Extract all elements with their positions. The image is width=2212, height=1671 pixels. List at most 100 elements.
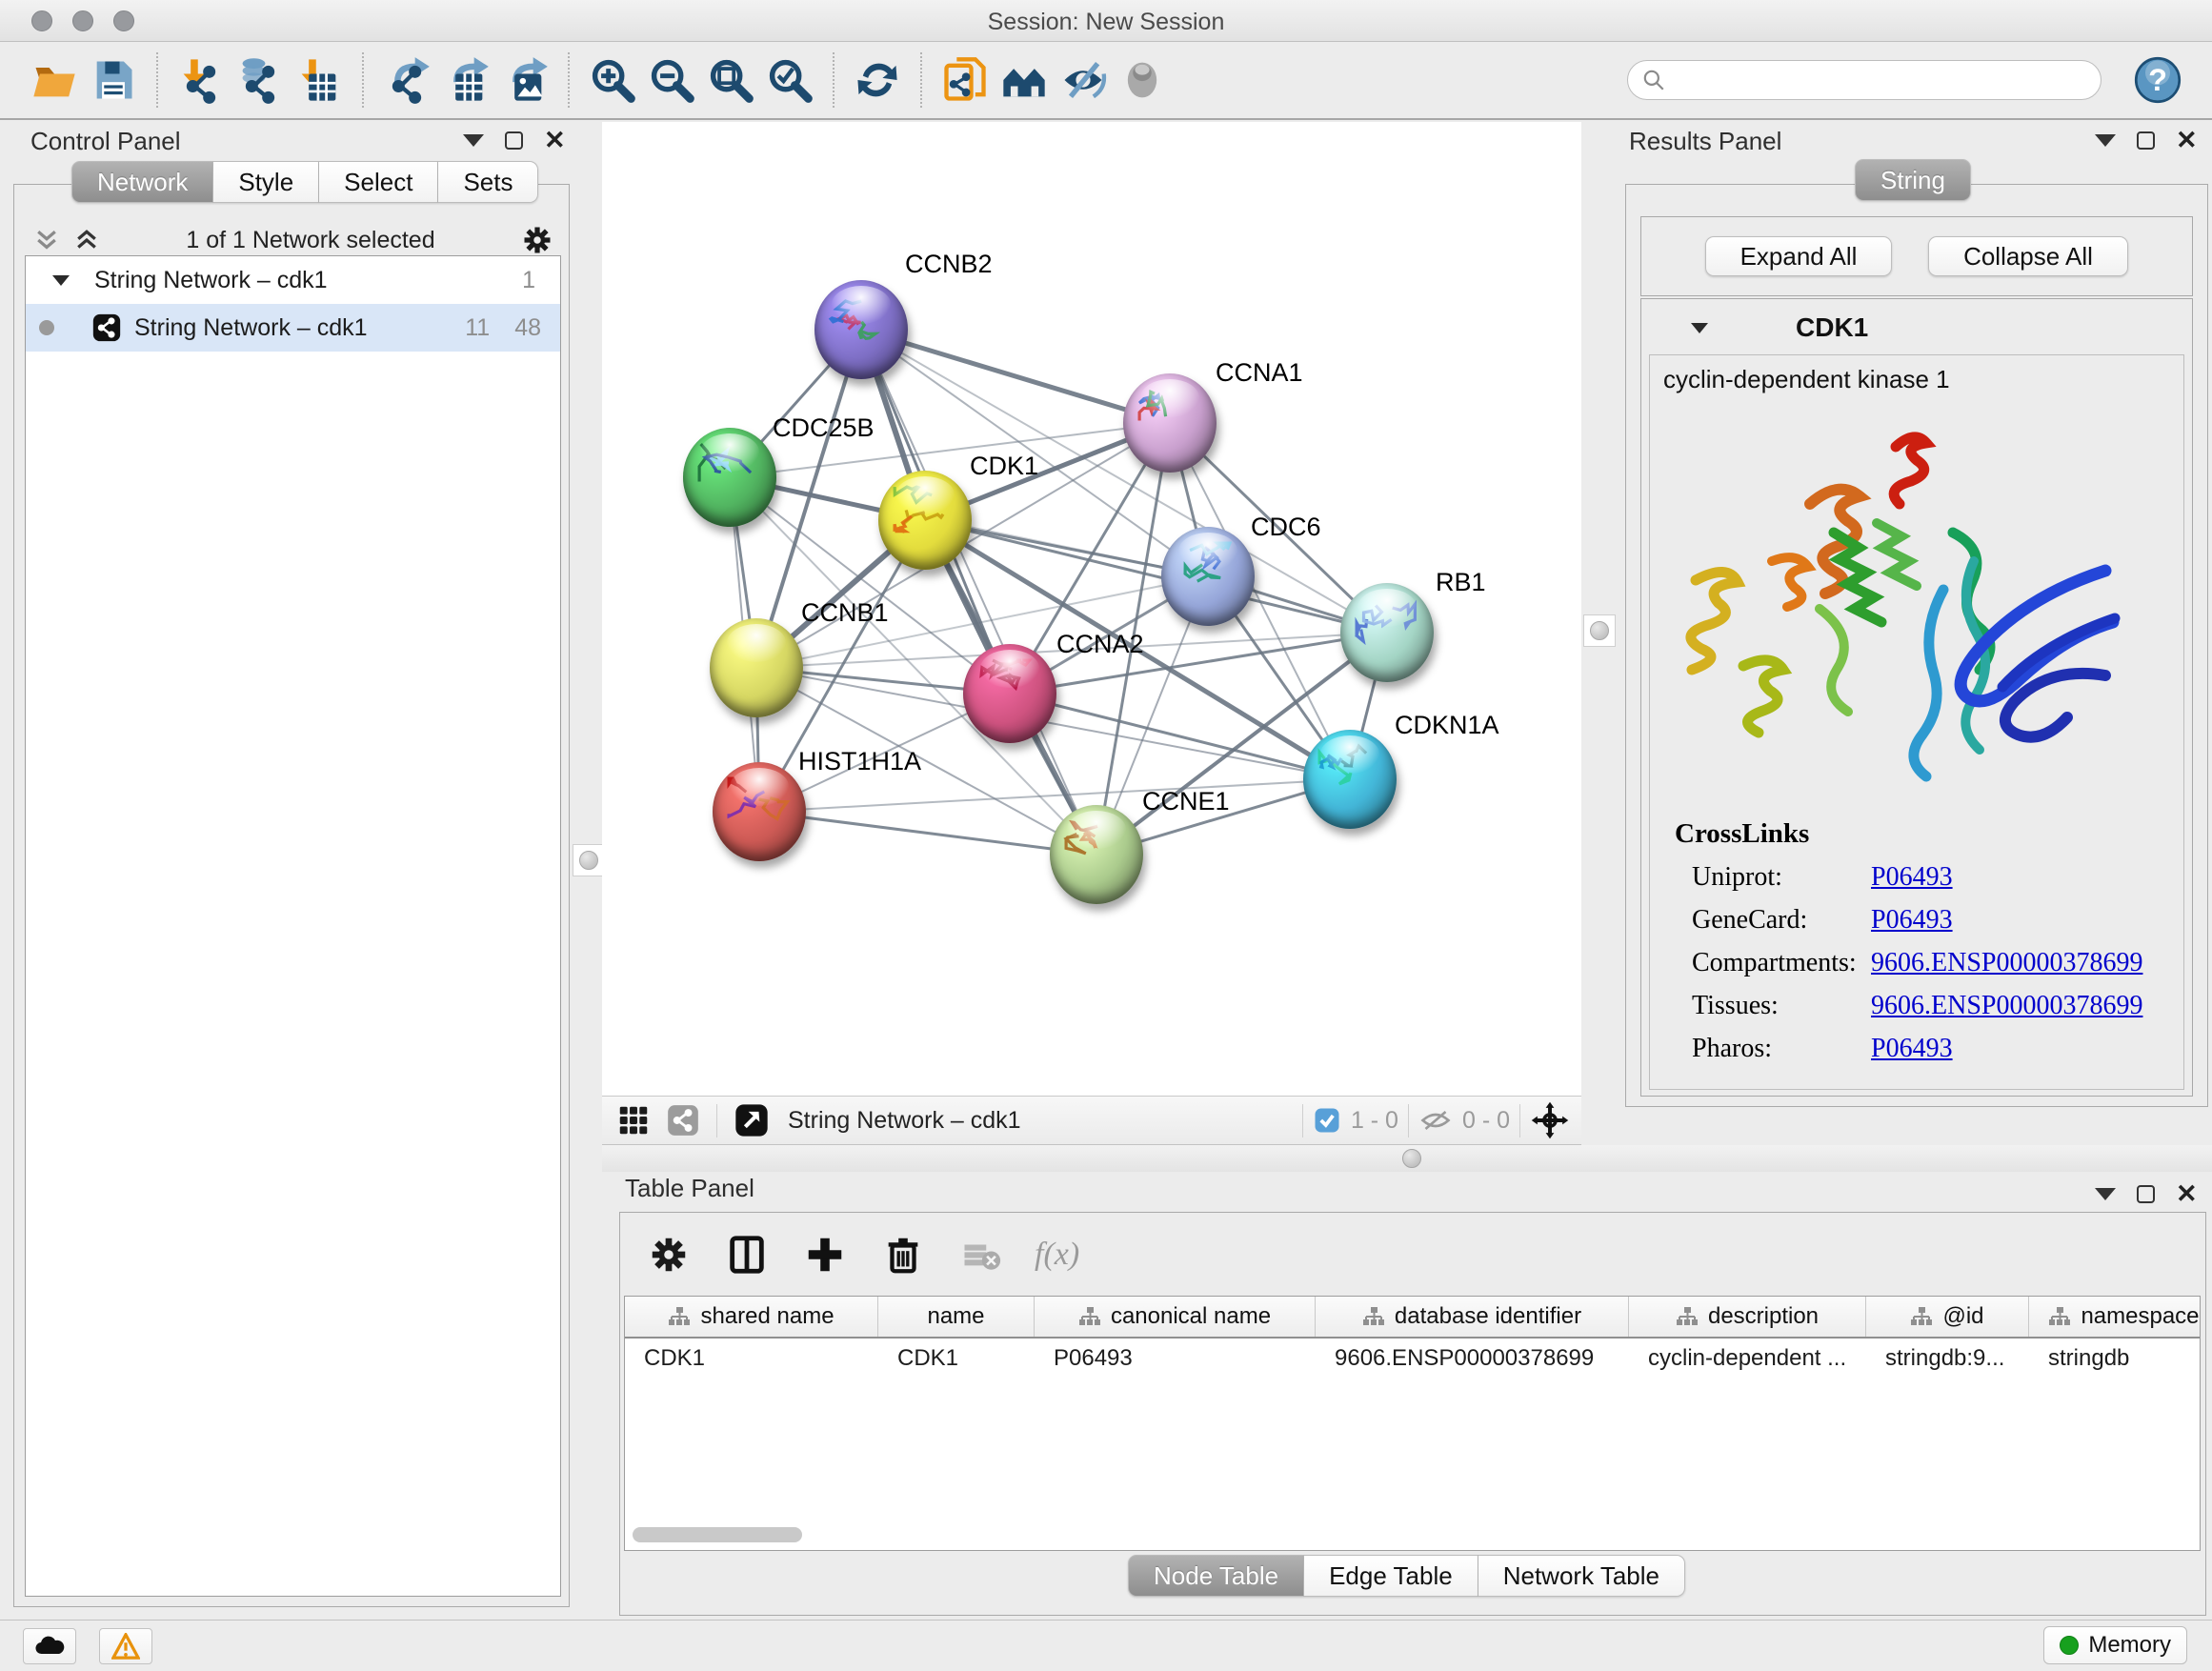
tab-sets[interactable]: Sets: [438, 161, 538, 203]
column-header-shared-name[interactable]: shared name: [625, 1297, 878, 1337]
float-panel-icon[interactable]: [505, 131, 523, 150]
search-box[interactable]: [1627, 60, 2101, 100]
left-splitter-handle[interactable]: [573, 844, 605, 876]
table-settings-gear-icon[interactable]: [644, 1230, 694, 1279]
crosslink-link[interactable]: P06493: [1871, 905, 1953, 936]
import-table-button[interactable]: [290, 50, 349, 110]
network-node-cdc6[interactable]: [1161, 527, 1255, 626]
help-button[interactable]: ?: [2128, 50, 2187, 110]
horizontal-splitter[interactable]: [602, 1145, 2212, 1172]
import-network-button[interactable]: [171, 50, 231, 110]
network-node-ccnb1[interactable]: [710, 618, 803, 717]
close-panel-icon[interactable]: ✕: [2176, 1185, 2198, 1203]
open-session-icon: [30, 55, 79, 105]
network-node-cdkn1a[interactable]: [1303, 730, 1397, 829]
zoom-selected-button[interactable]: [760, 50, 819, 110]
network-view-canvas[interactable]: CCNB2CCNA1CDC25BCDK1CDC6RB1CCNB1CCNA2CDK…: [602, 122, 1581, 1096]
network-node-cdk1[interactable]: [878, 471, 972, 570]
search-input[interactable]: [1666, 67, 2087, 93]
collapse-panel-icon[interactable]: [463, 134, 484, 147]
import-database-button[interactable]: [231, 50, 290, 110]
clone-network-button[interactable]: [935, 50, 995, 110]
network-node-ccna1[interactable]: [1123, 373, 1217, 473]
delete-table-icon: [956, 1230, 1006, 1279]
crosslink-link[interactable]: 9606.ENSP00000378699: [1871, 948, 2142, 978]
memory-button[interactable]: Memory: [2043, 1626, 2187, 1664]
tab-network[interactable]: Network: [71, 161, 213, 203]
column-header-description[interactable]: description: [1629, 1297, 1866, 1337]
collapse-panel-icon[interactable]: [2095, 134, 2116, 147]
export-network-icon: [382, 55, 432, 105]
tree-expander-icon[interactable]: [52, 275, 70, 286]
table-row[interactable]: CDK1CDK1P064939606.ENSP00000378699cyclin…: [625, 1339, 2200, 1379]
tab-select[interactable]: Select: [319, 161, 438, 203]
protein-card-header[interactable]: CDK1: [1691, 312, 2192, 343]
crosslink-link[interactable]: P06493: [1871, 862, 1953, 893]
tab-network-table[interactable]: Network Table: [1478, 1555, 1685, 1597]
network-node-ccna2[interactable]: [963, 644, 1056, 743]
float-panel-icon[interactable]: [2137, 1185, 2155, 1203]
refresh-button[interactable]: [848, 50, 907, 110]
add-column-icon[interactable]: [800, 1230, 850, 1279]
protein-structure-image: [1658, 418, 2191, 799]
selected-nodes-checkbox-icon[interactable]: [1313, 1106, 1341, 1135]
tab-node-table[interactable]: Node Table: [1128, 1555, 1304, 1597]
network-options-gear-icon[interactable]: [520, 223, 554, 257]
string-home-button[interactable]: [995, 50, 1054, 110]
tab-string[interactable]: String: [1855, 159, 1971, 201]
warnings-button[interactable]: [99, 1628, 152, 1664]
expand-all-icon[interactable]: [72, 226, 101, 254]
crosslink-link[interactable]: P06493: [1871, 1034, 1953, 1064]
save-session-button[interactable]: [84, 50, 143, 110]
hide-selected-button[interactable]: [1054, 50, 1113, 110]
horizontal-splitter-handle[interactable]: [1402, 1149, 1421, 1168]
crosslink-label: GeneCard:: [1692, 905, 1871, 936]
hierarchy-icon: [1362, 1306, 1385, 1327]
network-overview-icon[interactable]: [665, 1102, 701, 1138]
column-header-name[interactable]: name: [878, 1297, 1035, 1337]
collapse-all-button[interactable]: Collapse All: [1928, 236, 2128, 276]
node-label-ccnb1: CCNB1: [801, 598, 889, 628]
delete-column-trash-icon[interactable]: [878, 1230, 928, 1279]
collapse-panel-icon[interactable]: [2095, 1188, 2116, 1200]
network-tree-row[interactable]: String Network – cdk11148: [26, 304, 560, 352]
birds-eye-view-icon[interactable]: [615, 1102, 652, 1138]
open-session-button[interactable]: [25, 50, 84, 110]
zoom-fit-button[interactable]: [701, 50, 760, 110]
close-panel-icon[interactable]: ✕: [544, 131, 566, 150]
show-columns-icon[interactable]: [722, 1230, 772, 1279]
table-horizontal-scrollbar[interactable]: [633, 1527, 802, 1542]
disclosure-triangle-icon[interactable]: [1691, 323, 1708, 333]
collapse-all-icon[interactable]: [32, 226, 61, 254]
export-image-button[interactable]: [495, 50, 554, 110]
close-panel-icon[interactable]: ✕: [2176, 131, 2198, 150]
column-header--id[interactable]: @id: [1866, 1297, 2029, 1337]
pan-move-icon[interactable]: [1530, 1100, 1570, 1140]
network-node-ccnb2[interactable]: [814, 280, 908, 379]
float-panel-icon[interactable]: [2137, 131, 2155, 150]
crosslink-link[interactable]: 9606.ENSP00000378699: [1871, 991, 2142, 1021]
cloud-status-button[interactable]: [23, 1628, 76, 1664]
results-panel-tabs: String: [1855, 159, 1971, 201]
network-node-cdc25b[interactable]: [683, 428, 776, 527]
network-tree: String Network – cdk11String Network – c…: [25, 255, 561, 1597]
network-node-ccne1[interactable]: [1050, 805, 1143, 904]
control-panel-title: Control Panel: [30, 127, 181, 156]
network-tree-row[interactable]: String Network – cdk11: [26, 256, 560, 304]
expand-all-button[interactable]: Expand All: [1705, 236, 1892, 276]
column-header-canonical-name[interactable]: canonical name: [1035, 1297, 1316, 1337]
column-header-database-identifier[interactable]: database identifier: [1316, 1297, 1629, 1337]
zoom-out-button[interactable]: [642, 50, 701, 110]
network-node-hist1h1a[interactable]: [713, 762, 806, 861]
tab-edge-table[interactable]: Edge Table: [1304, 1555, 1478, 1597]
export-view-icon[interactable]: [733, 1101, 771, 1139]
zoom-in-button[interactable]: [583, 50, 642, 110]
column-header-namespace[interactable]: namespace: [2029, 1297, 2201, 1337]
show-all-button[interactable]: [1113, 50, 1172, 110]
right-splitter-handle[interactable]: [1583, 614, 1616, 647]
export-table-button[interactable]: [436, 50, 495, 110]
network-node-rb1[interactable]: [1340, 583, 1434, 682]
node-table[interactable]: shared namenamecanonical namedatabase id…: [624, 1296, 2201, 1551]
export-network-button[interactable]: [377, 50, 436, 110]
tab-style[interactable]: Style: [213, 161, 319, 203]
